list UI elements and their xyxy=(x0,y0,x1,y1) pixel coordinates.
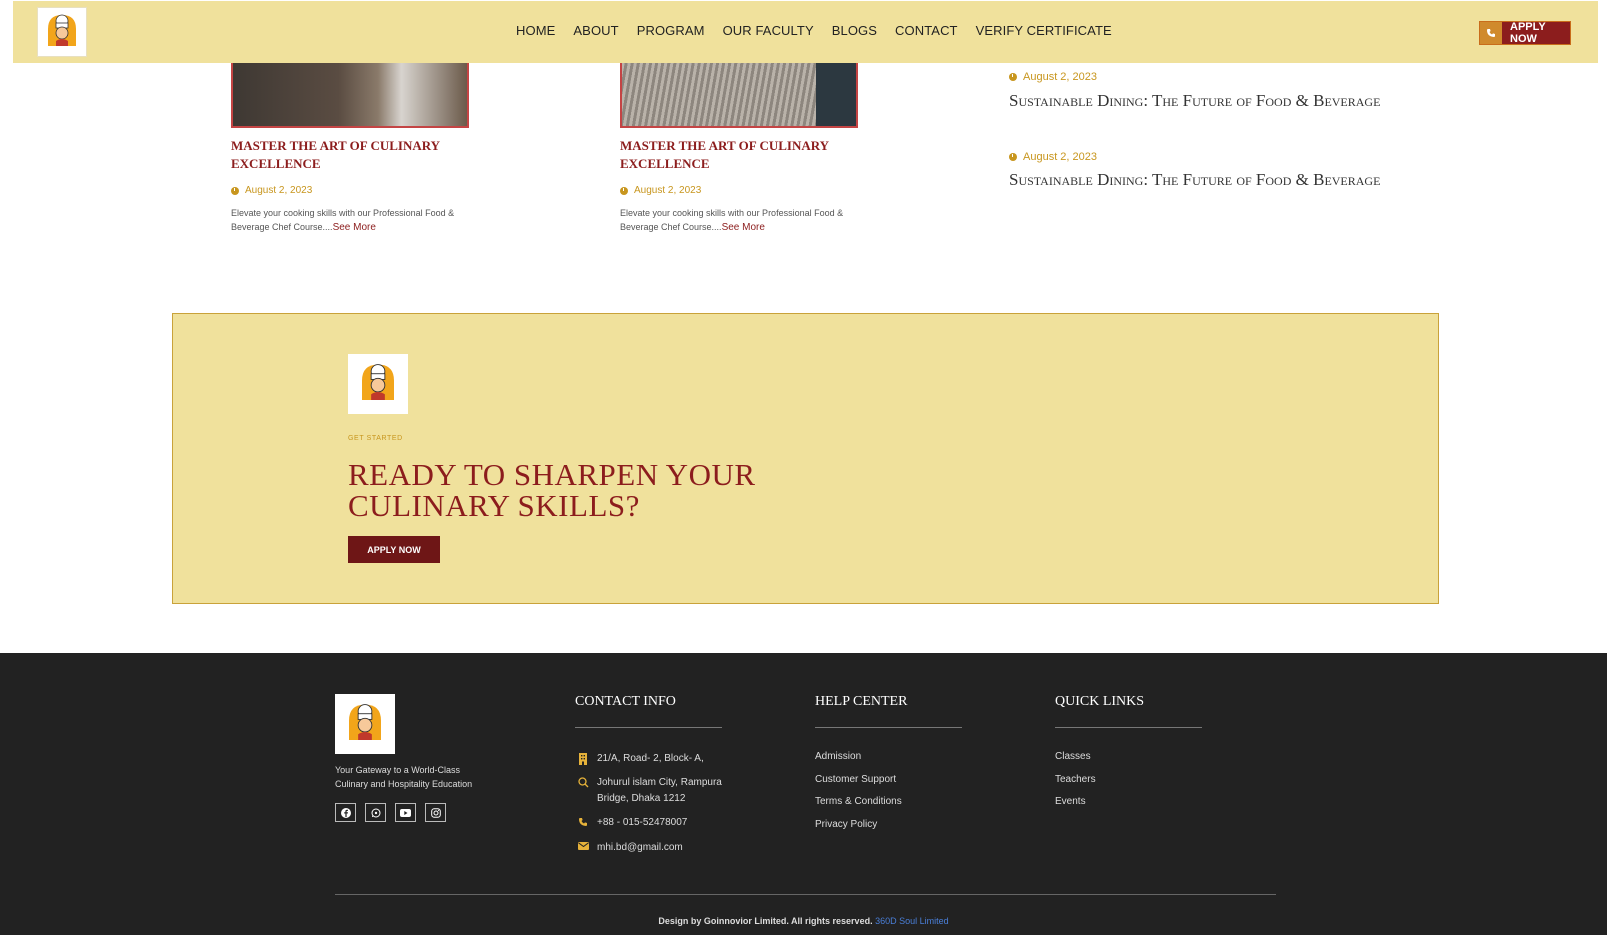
cta-eyebrow: GET STARTED xyxy=(348,435,403,442)
blog-card-image[interactable] xyxy=(620,61,858,128)
date-text: August 2, 2023 xyxy=(1023,151,1098,163)
contact-address-line: 21/A, Road- 2, Block- A, xyxy=(577,751,704,767)
nav-home[interactable]: HOME xyxy=(516,23,555,38)
footer-logo[interactable] xyxy=(335,694,395,754)
chef-logo-icon xyxy=(346,704,384,746)
footer-link-privacy[interactable]: Privacy Policy xyxy=(815,819,877,830)
main-menu: HOME ABOUT PROGRAM OUR FACULTY BLOGS CON… xyxy=(516,23,1112,38)
footer-link-terms[interactable]: Terms & Conditions xyxy=(815,796,902,807)
nav-about[interactable]: ABOUT xyxy=(573,23,618,38)
nav-contact[interactable]: CONTACT xyxy=(895,23,958,38)
footer-link-events[interactable]: Events xyxy=(1055,796,1086,807)
mail-icon xyxy=(577,840,589,856)
footer-link-admission[interactable]: Admission xyxy=(815,751,861,762)
cta-banner: GET STARTED READY TO SHARPEN YOUR CULINA… xyxy=(172,313,1439,604)
address-text: Johurul islam City, Rampura Bridge, Dhak… xyxy=(597,777,722,804)
nav-our-faculty[interactable]: OUR FACULTY xyxy=(723,23,814,38)
clock-icon xyxy=(231,186,239,195)
apply-now-label: APPLY NOW xyxy=(1510,21,1546,45)
recent-post-date: August 2, 2023 xyxy=(1009,71,1097,83)
cta-logo xyxy=(348,354,408,414)
facebook-icon[interactable] xyxy=(335,803,356,822)
blog-card-date: August 2, 2023 xyxy=(231,185,312,196)
date-text: August 2, 2023 xyxy=(634,185,702,196)
cta-apply-now-button[interactable]: APPLY NOW xyxy=(348,536,440,563)
blog-card-image[interactable] xyxy=(231,61,469,128)
clock-icon xyxy=(620,186,628,195)
contact-info-heading: CONTACT INFO xyxy=(575,694,676,709)
phone-text: +88 - 015-52478007 xyxy=(597,817,688,828)
footer-link-customer-support[interactable]: Customer Support xyxy=(815,774,896,785)
recent-post-date: August 2, 2023 xyxy=(1009,151,1097,163)
date-text: August 2, 2023 xyxy=(245,185,313,196)
whatsapp-icon[interactable] xyxy=(365,803,386,822)
recent-post-title[interactable]: Sustainable Dining: The Future of Food &… xyxy=(1009,168,1389,191)
blog-card-excerpt: Elevate your cooking skills with our Pro… xyxy=(231,206,471,235)
address-text: 21/A, Road- 2, Block- A, xyxy=(597,753,704,764)
search-location-icon xyxy=(577,775,589,807)
contact-email[interactable]: mhi.bd@gmail.com xyxy=(577,840,683,856)
clock-icon xyxy=(1009,153,1017,161)
quick-links-heading: QUICK LINKS xyxy=(1055,694,1145,709)
top-navbar: HOME ABOUT PROGRAM OUR FACULTY BLOGS CON… xyxy=(13,1,1598,63)
building-icon xyxy=(577,751,589,767)
instagram-icon[interactable] xyxy=(425,803,446,822)
apply-now-button[interactable]: APPLY NOW xyxy=(1479,21,1571,45)
social-links xyxy=(335,803,446,822)
copyright-text: Design by Goinnovior Limited. All rights… xyxy=(0,916,1607,926)
blog-card-title[interactable]: MASTER THE ART OF CULINARY EXCELLENCE xyxy=(231,137,471,173)
contact-phone[interactable]: +88 - 015-52478007 xyxy=(577,815,687,831)
footer-link-teachers[interactable]: Teachers xyxy=(1055,774,1096,785)
see-more-link[interactable]: See More xyxy=(722,222,765,233)
blog-card-excerpt: Elevate your cooking skills with our Pro… xyxy=(620,206,860,235)
phone-icon xyxy=(577,815,589,831)
nav-program[interactable]: PROGRAM xyxy=(637,23,705,38)
clock-icon xyxy=(1009,73,1017,81)
cta-heading: READY TO SHARPEN YOUR CULINARY SKILLS? xyxy=(348,457,756,523)
blog-card-title[interactable]: MASTER THE ART OF CULINARY EXCELLENCE xyxy=(620,137,860,173)
contact-address-line: Johurul islam City, Rampura Bridge, Dhak… xyxy=(577,775,727,807)
divider xyxy=(1055,727,1202,728)
chef-logo-icon xyxy=(359,364,397,406)
footer-divider xyxy=(335,894,1276,895)
site-logo[interactable] xyxy=(37,7,87,57)
email-text: mhi.bd@gmail.com xyxy=(597,842,683,853)
recent-post-title[interactable]: Sustainable Dining: The Future of Food &… xyxy=(1009,89,1389,112)
date-text: August 2, 2023 xyxy=(1023,71,1098,83)
footer-link-classes[interactable]: Classes xyxy=(1055,751,1091,762)
credit-link[interactable]: 360D Soul Limited xyxy=(875,916,949,926)
divider xyxy=(575,727,722,728)
divider xyxy=(815,727,962,728)
see-more-link[interactable]: See More xyxy=(333,222,376,233)
chef-logo-icon xyxy=(46,14,78,51)
help-center-heading: HELP CENTER xyxy=(815,694,908,709)
youtube-icon[interactable] xyxy=(395,803,416,822)
footer-tagline: Your Gateway to a World-Class Culinary a… xyxy=(335,765,473,789)
nav-blogs[interactable]: BLOGS xyxy=(832,23,877,38)
phone-icon xyxy=(1480,22,1503,44)
nav-verify-certificate[interactable]: VERIFY CERTIFICATE xyxy=(976,23,1112,38)
site-footer: Your Gateway to a World-Class Culinary a… xyxy=(0,653,1607,935)
copyright-label: Design by Goinnovior Limited. All rights… xyxy=(658,916,873,926)
blog-card-date: August 2, 2023 xyxy=(620,185,701,196)
